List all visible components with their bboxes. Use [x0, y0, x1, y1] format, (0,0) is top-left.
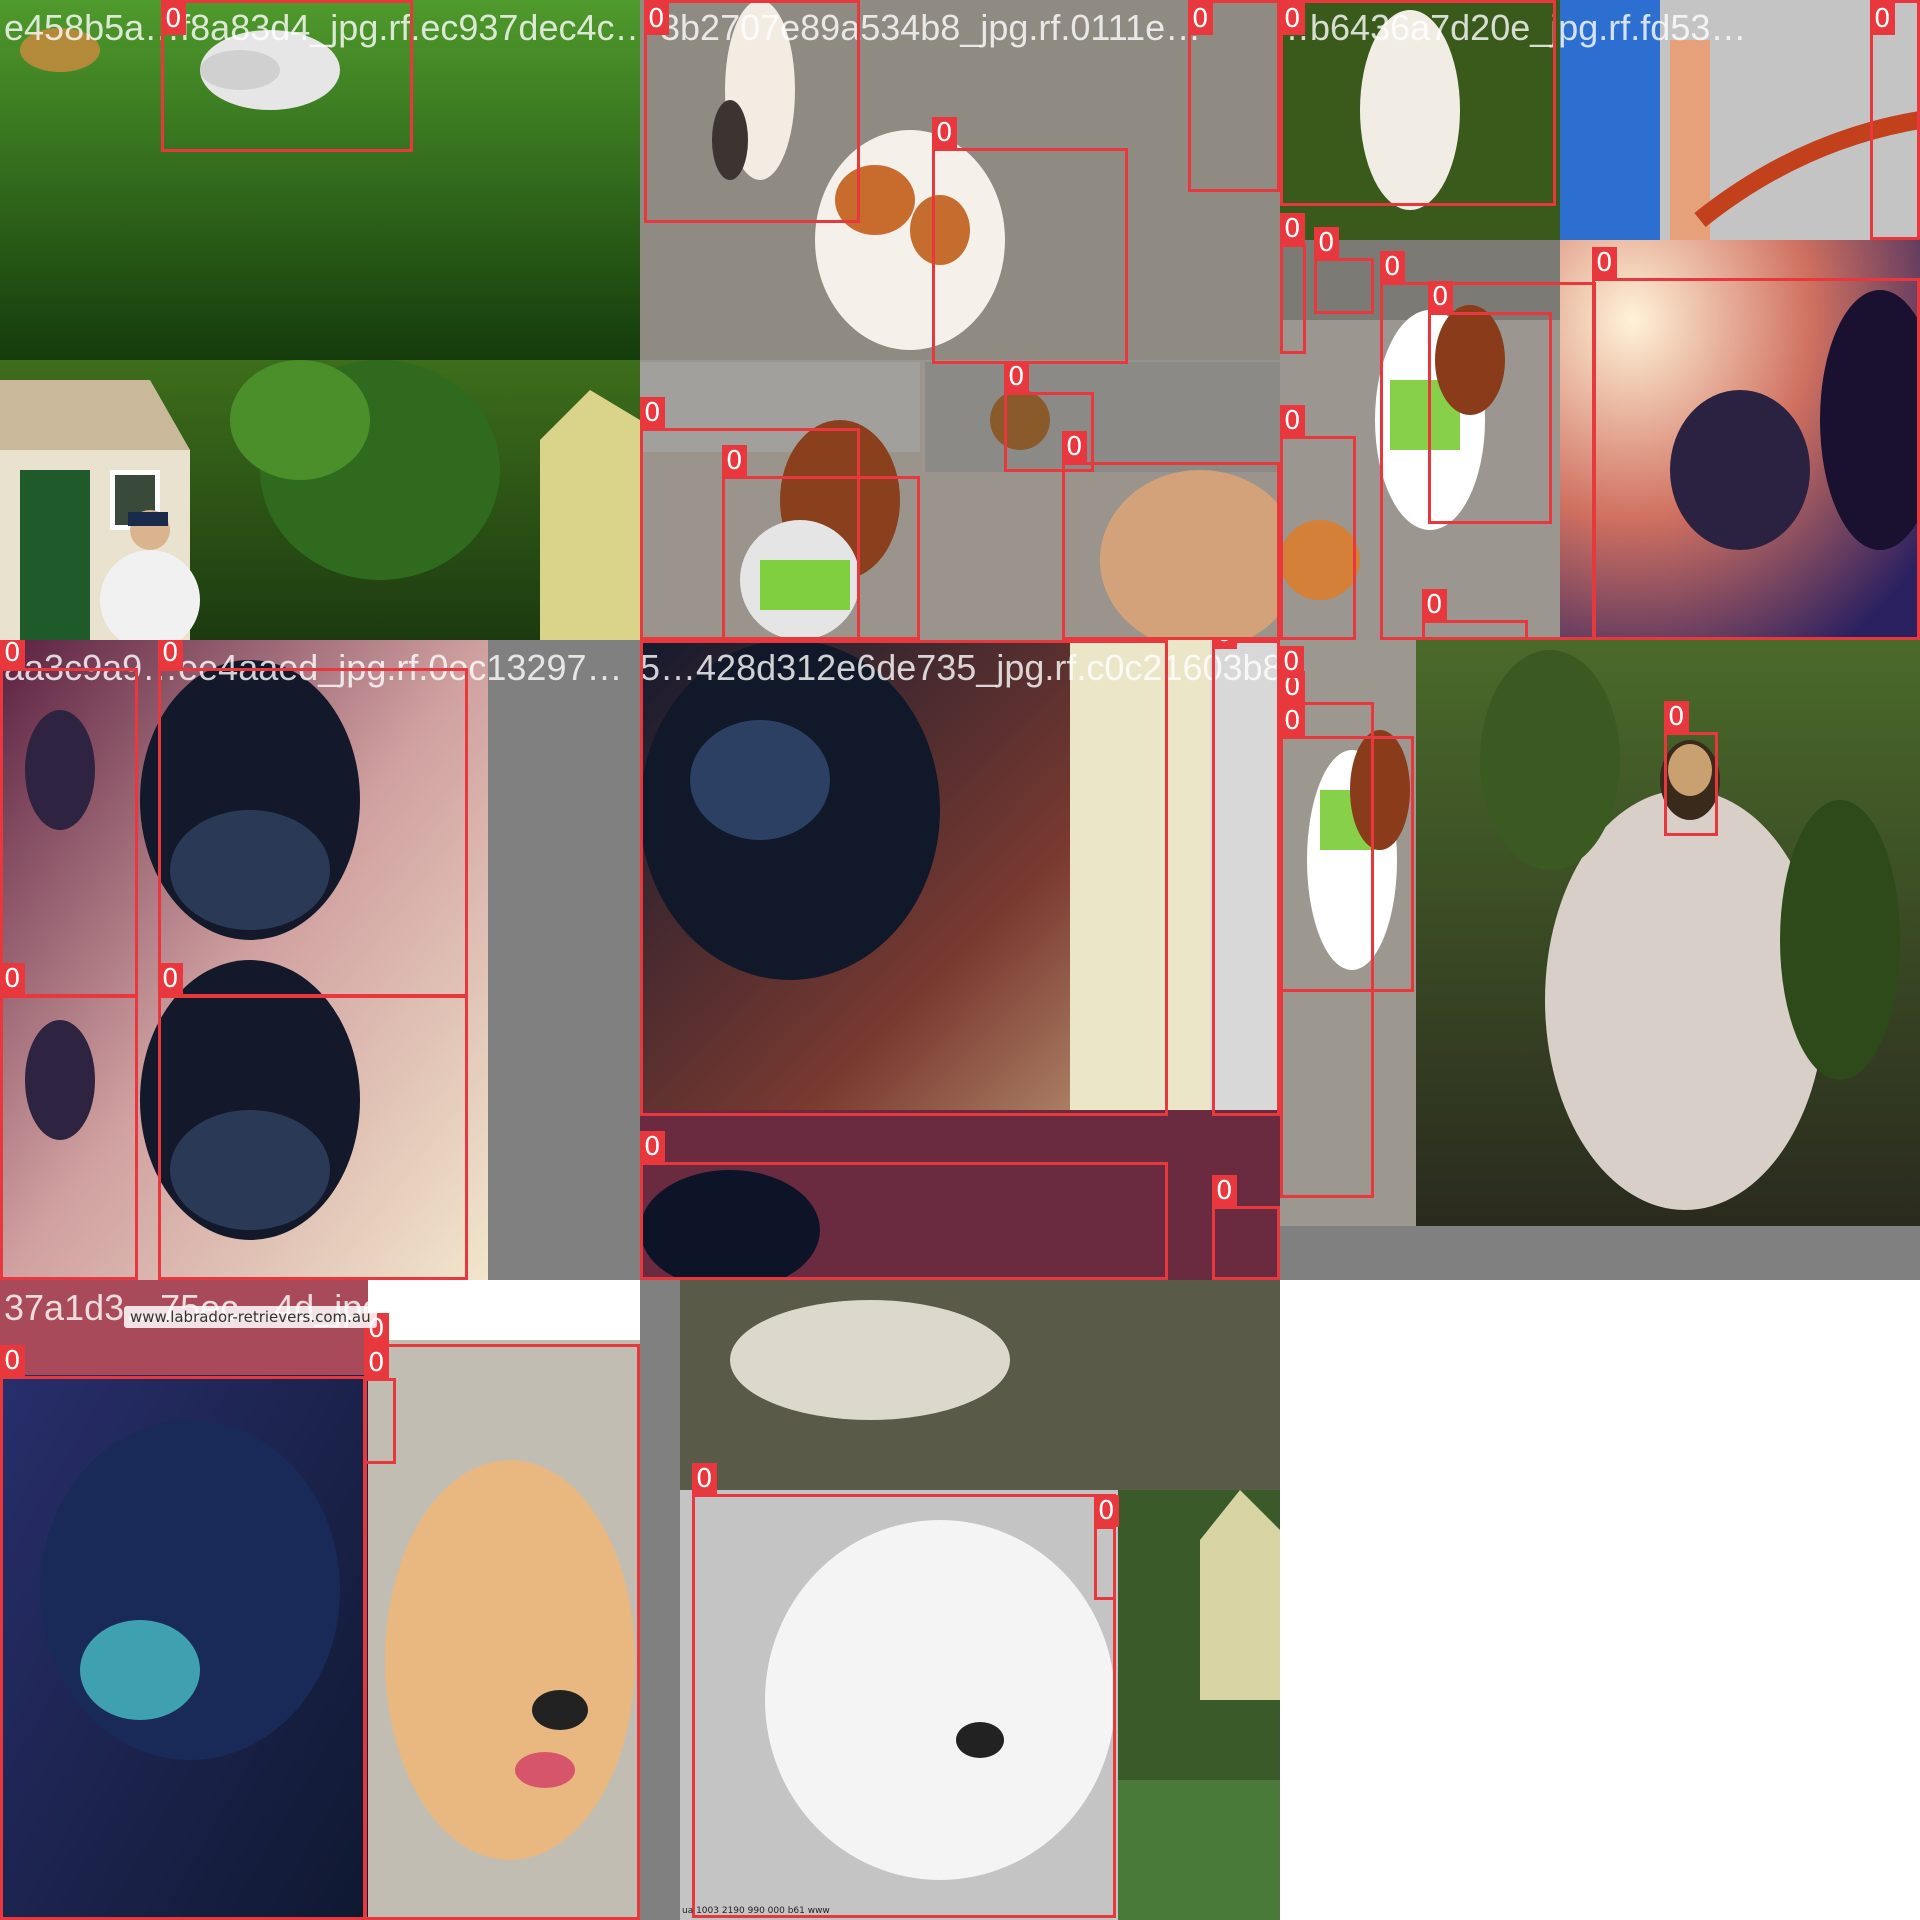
class-label: 0: [1062, 431, 1087, 463]
class-label: 0: [692, 1463, 717, 1495]
class-label: 0: [1094, 1495, 1119, 1527]
class-label: 0: [1280, 213, 1305, 245]
detection-box: 0: [1094, 1495, 1119, 1600]
tile-white-puppy: 37a1d3…75ec…4d_jpg.rf.5f4e53a7bd8376ca0a…: [640, 1280, 1280, 1920]
detection-box: 0: [1280, 640, 1304, 678]
tile-lab-closeup: 5…428d312e6de735_jpg.rf.c0c21603b884e875…: [640, 640, 1280, 1280]
detection-box: 0: [1422, 589, 1528, 640]
class-label: 0: [1592, 247, 1617, 279]
tile-pug-in-blanket: 5…428d312e6de735_jpg.rf.c0c21603b884e875…: [1280, 640, 1920, 1280]
detection-box: 0: [1280, 0, 1556, 206]
class-label: 0: [1870, 3, 1895, 35]
watermark: www.labrador-retrievers.com.au: [124, 1306, 377, 1328]
class-label: 0: [1280, 705, 1305, 737]
class-label: 0: [1314, 227, 1339, 259]
class-label: 0: [0, 963, 25, 995]
detection-box: 0: [158, 640, 468, 998]
detection-box: 0: [158, 963, 468, 1280]
detection-box: 0: [1428, 281, 1552, 524]
detection-box: 0: [0, 1345, 366, 1920]
class-label: 0: [722, 445, 747, 477]
class-label: 0: [1380, 251, 1405, 283]
detection-box: 0: [1188, 0, 1280, 192]
class-label: 0: [0, 1345, 25, 1377]
mosaic: e458b5a…f8a83d4_jpg.rf.ec937dec4c… 0 3b2…: [0, 0, 1920, 1920]
detection-box: 0: [364, 1313, 640, 1920]
detection-box: 0: [364, 1347, 396, 1464]
detection-box: 0: [1592, 247, 1920, 640]
detection-box: [640, 640, 1168, 1116]
class-label: 0: [158, 640, 183, 669]
detection-box: 0: [1062, 431, 1280, 640]
tile-lab-and-puppy: 37a1d3…75ec…4d_jpg.rf.5f4e53a7bd8376ca0a…: [0, 1280, 640, 1920]
class-label: 0: [640, 397, 665, 429]
class-label: 0: [1280, 405, 1305, 437]
class-label: 0: [932, 117, 957, 149]
detection-box: 0: [640, 1131, 1168, 1280]
class-label: 0: [640, 1131, 665, 1163]
class-label: 0: [1422, 589, 1447, 621]
tile-dogs-on-gravel: 3b2707e89a534b8_jpg.rf.0111e… 0 0 0 0 0 …: [640, 0, 1280, 640]
detection-box: 0: [1280, 405, 1356, 640]
tile-dog-on-lawn: e458b5a…f8a83d4_jpg.rf.ec937dec4c… 0: [0, 0, 640, 640]
class-label: 0: [158, 963, 183, 995]
detection-box: 0: [161, 0, 413, 152]
class-label: 0: [1280, 3, 1305, 35]
class-label: 0: [1212, 1175, 1237, 1207]
footer-text: ua 1003 2190 990 000 b61 www: [682, 1906, 830, 1916]
detection-box: 0: [1212, 1175, 1280, 1280]
detection-box: 0: [1280, 213, 1306, 354]
detection-box: 0: [722, 445, 920, 640]
detection-box: 0: [0, 640, 138, 998]
detection-box: 0: [644, 0, 860, 223]
class-label: 0: [1428, 281, 1453, 313]
detection-box: 0: [932, 117, 1128, 364]
detection-box: 0: [1314, 227, 1374, 314]
tile-mixed-scenes: …b6436a7d20e_jpg.rf.fd53… 0 0 0 0 0 0 0 …: [1280, 0, 1920, 640]
class-label: 0: [1664, 701, 1689, 733]
class-label: 0: [1212, 640, 1237, 649]
detection-box: 0: [1280, 705, 1414, 992]
class-label: 0: [644, 3, 669, 35]
class-label: 0: [0, 640, 25, 669]
detection-box: 0: [692, 1463, 1116, 1918]
class-label: 0: [161, 3, 186, 35]
class-label: 0: [1004, 361, 1029, 393]
detection-box: 0: [1664, 701, 1718, 836]
tile-lab-and-cat-grid: aa3c9a9…ee4aaed_jpg.rf.0ec13297… 0 0 0 0: [0, 640, 640, 1280]
class-label: 0: [364, 1347, 389, 1379]
detection-box: 0: [0, 963, 138, 1280]
detection-box: 0: [1212, 640, 1280, 1116]
class-label: 0: [1188, 3, 1213, 35]
tile-empty: [1280, 1280, 1920, 1920]
detection-box: 0: [1870, 0, 1920, 240]
class-label: 0: [1280, 646, 1304, 678]
